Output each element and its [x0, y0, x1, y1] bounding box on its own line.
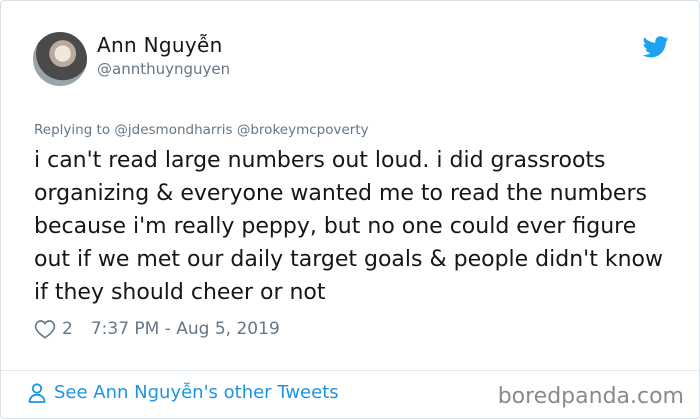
- author-handle[interactable]: @annthuynguyen: [97, 60, 230, 78]
- tweet-meta: 2 7:37 PM - Aug 5, 2019: [34, 319, 280, 339]
- heart-icon[interactable]: [34, 319, 56, 339]
- person-icon: [28, 382, 46, 403]
- author-name[interactable]: Ann Nguyễn: [97, 33, 223, 57]
- avatar[interactable]: [33, 32, 87, 86]
- see-other-tweets-link[interactable]: See Ann Nguyễn's other Tweets: [28, 382, 339, 403]
- like-count: 2: [62, 319, 73, 339]
- tweet-text: i can't read large numbers out loud. i d…: [34, 148, 663, 305]
- watermark: boredpanda.com: [497, 384, 684, 409]
- timestamp[interactable]: 7:37 PM - Aug 5, 2019: [91, 319, 280, 339]
- divider: [0, 370, 700, 371]
- replying-to: Replying to @jdesmondharris @brokeymcpov…: [34, 122, 369, 138]
- twitter-bird-icon[interactable]: [643, 36, 669, 58]
- see-other-tweets-label: See Ann Nguyễn's other Tweets: [54, 382, 339, 403]
- tweet-card: Ann Nguyễn @annthuynguyen Replying to @j…: [0, 0, 700, 419]
